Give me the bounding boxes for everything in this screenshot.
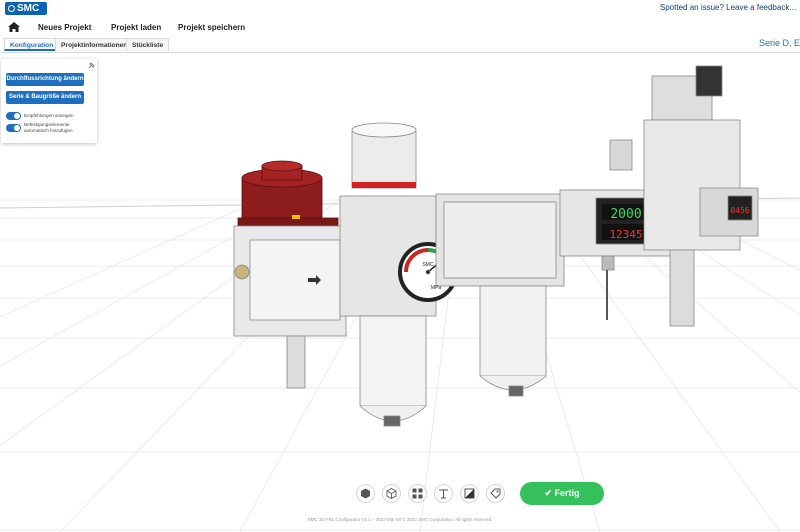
- tab-stueckliste[interactable]: Stückliste: [126, 38, 170, 51]
- valve-body: [233, 225, 347, 389]
- menu-new-project[interactable]: Neues Projekt: [38, 23, 91, 32]
- top-bar: SMC Spotted an issue? Leave a feedback..…: [0, 0, 800, 18]
- toggle-auto-fasteners-label: Befestigungselemente automatisch hinzufü…: [24, 122, 73, 133]
- toggle-auto-fasteners[interactable]: [6, 124, 21, 132]
- gauge-unit: MPa: [431, 285, 442, 291]
- toggle-recommendations[interactable]: [6, 112, 21, 120]
- menu-save-project[interactable]: Projekt speichern: [178, 23, 245, 32]
- toggle-recommendations-label: Empfehlungen anzeigen: [24, 113, 74, 118]
- dimension-icon[interactable]: [434, 484, 453, 503]
- home-icon[interactable]: [8, 22, 20, 32]
- cube-solid-icon[interactable]: [356, 484, 375, 503]
- solenoid-valve: [643, 65, 759, 327]
- series-label: Serie D, E: [758, 38, 800, 48]
- tab-konfiguration[interactable]: Konfiguration: [4, 38, 60, 51]
- logo-mark-icon: [8, 5, 15, 12]
- cube-wireframe-icon[interactable]: [382, 484, 401, 503]
- footer-copyright: SMC 3D FRL Configurator V1.1 – 2022 Mar …: [307, 517, 493, 522]
- display-side-value: 0456: [730, 206, 749, 215]
- explode-icon[interactable]: [408, 484, 427, 503]
- done-button[interactable]: ✔ Fertig: [520, 482, 604, 505]
- change-series-button[interactable]: Serie & Baugröße ändern: [6, 91, 84, 104]
- feedback-link[interactable]: Spotted an issue? Leave a feedback...: [660, 3, 796, 12]
- display-bottom-value: 12345: [609, 228, 642, 241]
- pin-icon[interactable]: [88, 62, 95, 69]
- contrast-icon[interactable]: [460, 484, 479, 503]
- lockout-valve: [237, 160, 339, 227]
- 3d-viewport[interactable]: 2000 12345 0456 SMC MPa: [0, 53, 800, 532]
- menu-load-project[interactable]: Projekt laden: [111, 23, 161, 32]
- product-3d-scene: 2000 12345 0456 SMC MPa: [0, 65, 800, 532]
- smc-logo[interactable]: SMC: [5, 2, 47, 15]
- tab-projektinformationen[interactable]: Projektinformationen: [55, 38, 134, 51]
- tag-icon[interactable]: [486, 484, 505, 503]
- check-icon: ✔: [544, 488, 552, 498]
- gauge-brand: SMC: [422, 262, 434, 268]
- display-top-value: 2000: [610, 207, 641, 222]
- filter-unit: [435, 193, 565, 397]
- change-flow-direction-button[interactable]: Durchflussrichtung ändern: [6, 73, 84, 86]
